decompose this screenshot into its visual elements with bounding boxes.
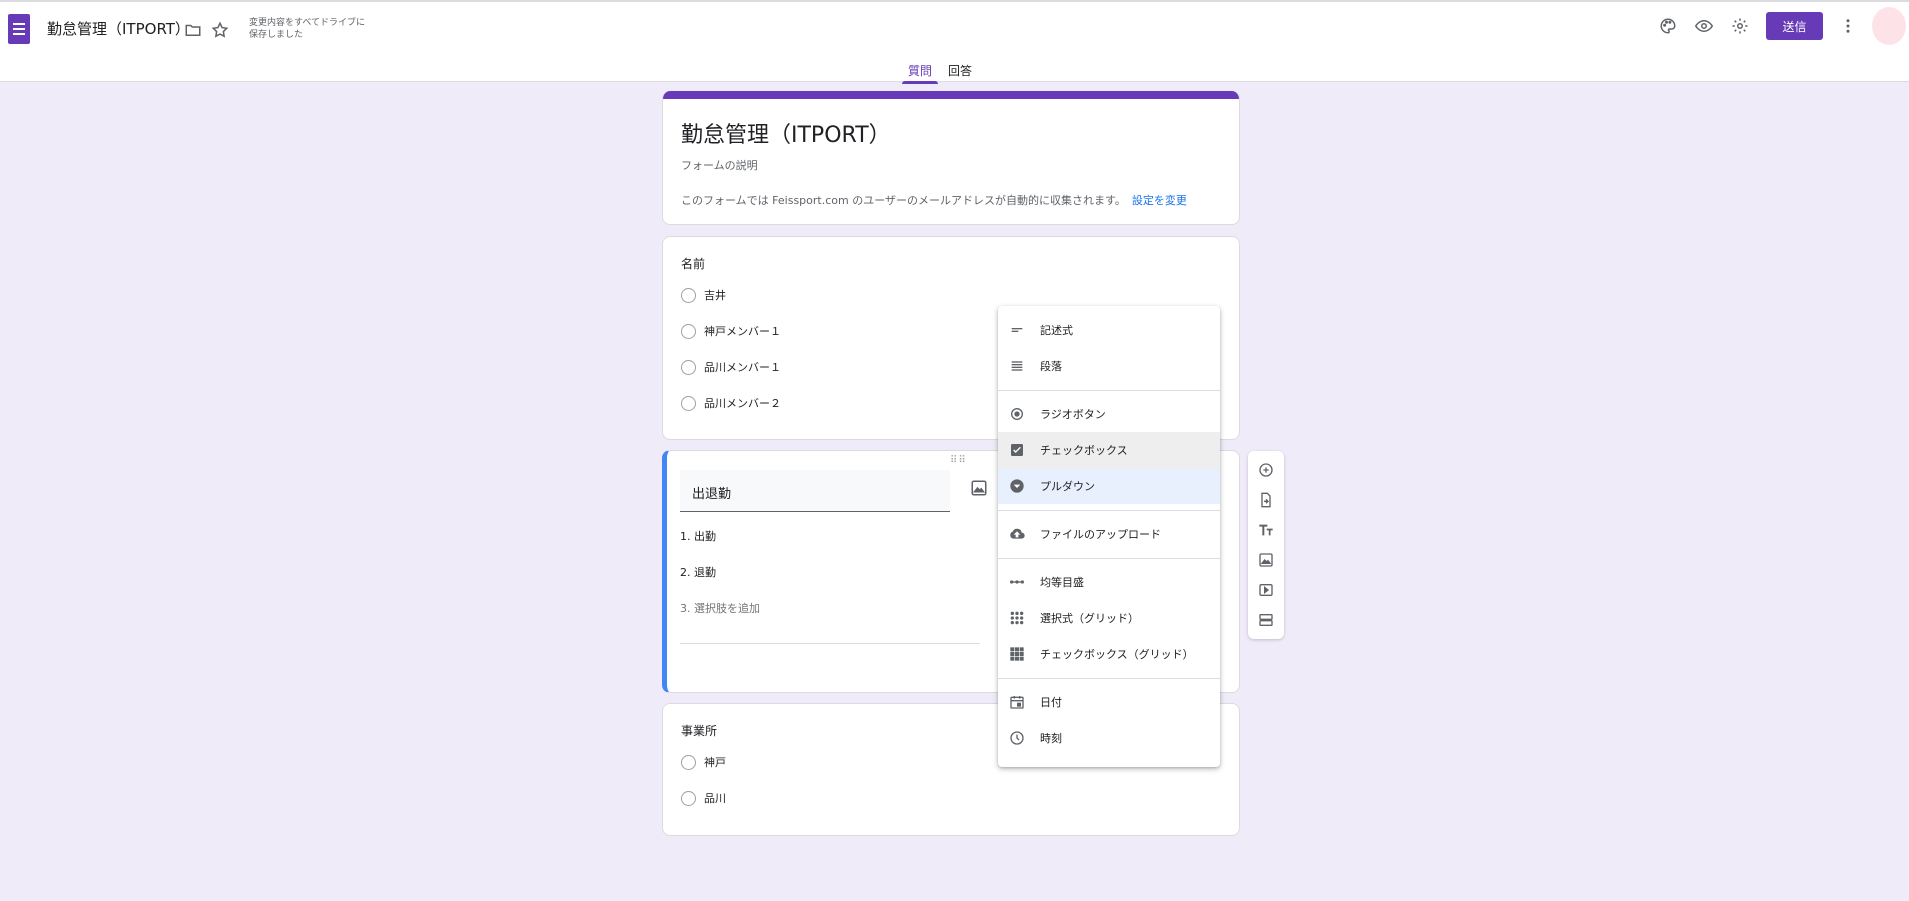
menu-item-time[interactable]: 時刻 <box>998 720 1220 756</box>
form-tabs: 質問 回答 <box>900 58 980 84</box>
more-vert-icon[interactable] <box>1836 14 1860 38</box>
linear-scale-icon <box>1008 573 1026 591</box>
calendar-icon <box>1008 693 1026 711</box>
menu-divider <box>998 558 1220 559</box>
question-title: 名前 <box>681 257 706 271</box>
add-option-button[interactable]: 3. 選択肢を追加 <box>680 600 760 616</box>
menu-divider <box>998 678 1220 679</box>
list-item[interactable]: 1. 出勤 <box>680 528 716 544</box>
radio-icon <box>681 287 696 303</box>
menu-divider <box>998 390 1220 391</box>
list-item: 品川メンバー１ <box>681 359 781 375</box>
avatar[interactable] <box>1872 7 1906 45</box>
add-question-icon[interactable] <box>1257 461 1275 479</box>
paragraph-icon <box>1008 357 1026 375</box>
menu-item-date[interactable]: 日付 <box>998 684 1220 720</box>
change-settings-link[interactable]: 設定を変更 <box>1132 194 1187 207</box>
forms-logo-icon[interactable] <box>8 14 30 44</box>
cloud-upload-icon <box>1008 525 1026 543</box>
app-header: 勤怠管理（ITPORT） 変更内容をすべてドライブに 保存しました 送信 質問 … <box>0 0 1909 84</box>
add-video-icon[interactable] <box>1257 581 1275 599</box>
question-title: 事業所 <box>681 724 718 738</box>
radio-button-icon <box>1008 405 1026 423</box>
list-item: 神戸 <box>681 754 726 770</box>
import-questions-icon[interactable] <box>1257 491 1275 509</box>
preview-icon[interactable] <box>1692 14 1716 38</box>
add-image-icon[interactable] <box>1257 551 1275 569</box>
add-image-icon[interactable] <box>970 479 988 497</box>
radio-icon <box>681 395 696 411</box>
menu-divider <box>998 510 1220 511</box>
star-icon[interactable] <box>208 18 232 42</box>
menu-item-dropdown[interactable]: プルダウン <box>998 468 1220 504</box>
list-item: 品川 <box>681 790 726 806</box>
menu-item-linear-scale[interactable]: 均等目盛 <box>998 564 1220 600</box>
menu-item-multiple-choice-grid[interactable]: 選択式（グリッド） <box>998 600 1220 636</box>
dropdown-icon <box>1008 477 1026 495</box>
grid-dots-icon <box>1008 609 1026 627</box>
form-title[interactable]: 勤怠管理（ITPORT） <box>47 18 190 39</box>
email-collection-note: このフォームでは Feissport.com のユーザーのメールアドレスが自動的… <box>681 194 1187 207</box>
folder-icon[interactable] <box>181 18 205 42</box>
clock-icon <box>1008 729 1026 747</box>
grid-check-icon <box>1008 645 1026 663</box>
question-title-input[interactable]: 出退勤 <box>680 470 950 512</box>
checkbox-icon <box>1008 441 1026 459</box>
menu-item-checkbox[interactable]: チェックボックス <box>998 432 1220 468</box>
settings-icon[interactable] <box>1728 14 1752 38</box>
short-text-icon <box>1008 321 1026 339</box>
radio-icon <box>681 754 696 770</box>
menu-item-short-answer[interactable]: 記述式 <box>998 312 1220 348</box>
radio-icon <box>681 790 696 806</box>
radio-icon <box>681 323 696 339</box>
list-item: 品川メンバー２ <box>681 395 781 411</box>
tab-questions[interactable]: 質問 <box>900 58 940 84</box>
form-description[interactable]: フォームの説明 <box>681 157 758 173</box>
list-item: 吉井 <box>681 287 726 303</box>
menu-item-paragraph[interactable]: 段落 <box>998 348 1220 384</box>
menu-item-file-upload[interactable]: ファイルのアップロード <box>998 516 1220 552</box>
palette-icon[interactable] <box>1656 14 1680 38</box>
menu-item-checkbox-grid[interactable]: チェックボックス（グリッド） <box>998 636 1220 672</box>
side-toolbar <box>1248 451 1284 639</box>
form-header-card[interactable]: 勤怠管理（ITPORT） フォームの説明 このフォームでは Feissport.… <box>662 91 1240 225</box>
add-title-icon[interactable] <box>1257 521 1275 539</box>
tab-responses[interactable]: 回答 <box>940 58 980 84</box>
drag-handle-icon[interactable]: ⠿⠿ <box>950 455 967 466</box>
save-status: 変更内容をすべてドライブに 保存しました <box>249 18 366 40</box>
question-type-menu: 記述式 段落 ラジオボタン チェックボックス プルダウン ファイルのアップロード… <box>998 306 1220 767</box>
list-item: 神戸メンバー１ <box>681 323 781 339</box>
send-button[interactable]: 送信 <box>1766 12 1823 40</box>
add-section-icon[interactable] <box>1257 611 1275 629</box>
divider <box>680 643 980 644</box>
menu-item-radio[interactable]: ラジオボタン <box>998 396 1220 432</box>
list-item[interactable]: 2. 退勤 <box>680 564 716 580</box>
radio-icon <box>681 359 696 375</box>
form-heading[interactable]: 勤怠管理（ITPORT） <box>681 117 891 149</box>
